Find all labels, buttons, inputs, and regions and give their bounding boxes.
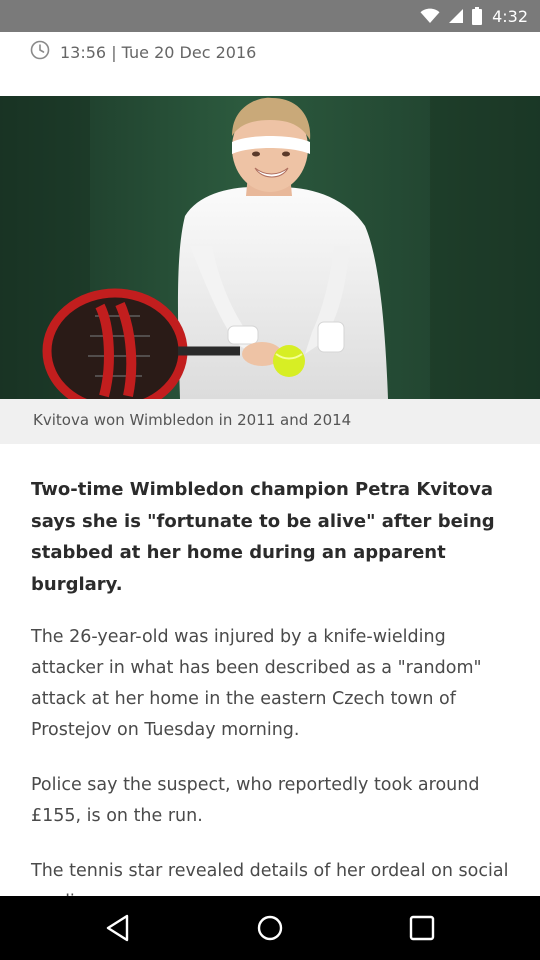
timestamp-text: 13:56 | Tue 20 Dec 2016 <box>60 42 257 62</box>
article-body: Two-time Wimbledon champion Petra Kvitov… <box>0 444 540 896</box>
status-bar: 4:32 <box>0 0 540 32</box>
article-paragraph: Police say the suspect, who reportedly t… <box>31 775 480 826</box>
article-timestamp: 13:56 | Tue 20 Dec 2016 <box>30 40 256 64</box>
article-paragraph: The 26-year-old was injured by a knife-w… <box>31 627 482 740</box>
home-icon[interactable] <box>250 908 290 948</box>
image-caption: Kvitova won Wimbledon in 2011 and 2014 <box>33 411 352 429</box>
back-icon[interactable] <box>98 908 138 948</box>
article-lead: Two-time Wimbledon champion Petra Kvitov… <box>31 479 495 595</box>
status-time: 4:32 <box>492 6 528 26</box>
wifi-icon <box>420 8 440 24</box>
article-paragraph: The tennis star revealed details of her … <box>31 861 509 896</box>
status-icons: 4:32 <box>420 0 528 32</box>
recents-icon[interactable] <box>402 908 442 948</box>
navigation-bar <box>0 896 540 960</box>
clock-icon <box>30 40 50 64</box>
image-caption-bar: Kvitova won Wimbledon in 2011 and 2014 <box>0 399 540 444</box>
signal-icon <box>448 8 464 24</box>
article-photo[interactable] <box>0 96 540 399</box>
battery-icon <box>472 7 483 25</box>
